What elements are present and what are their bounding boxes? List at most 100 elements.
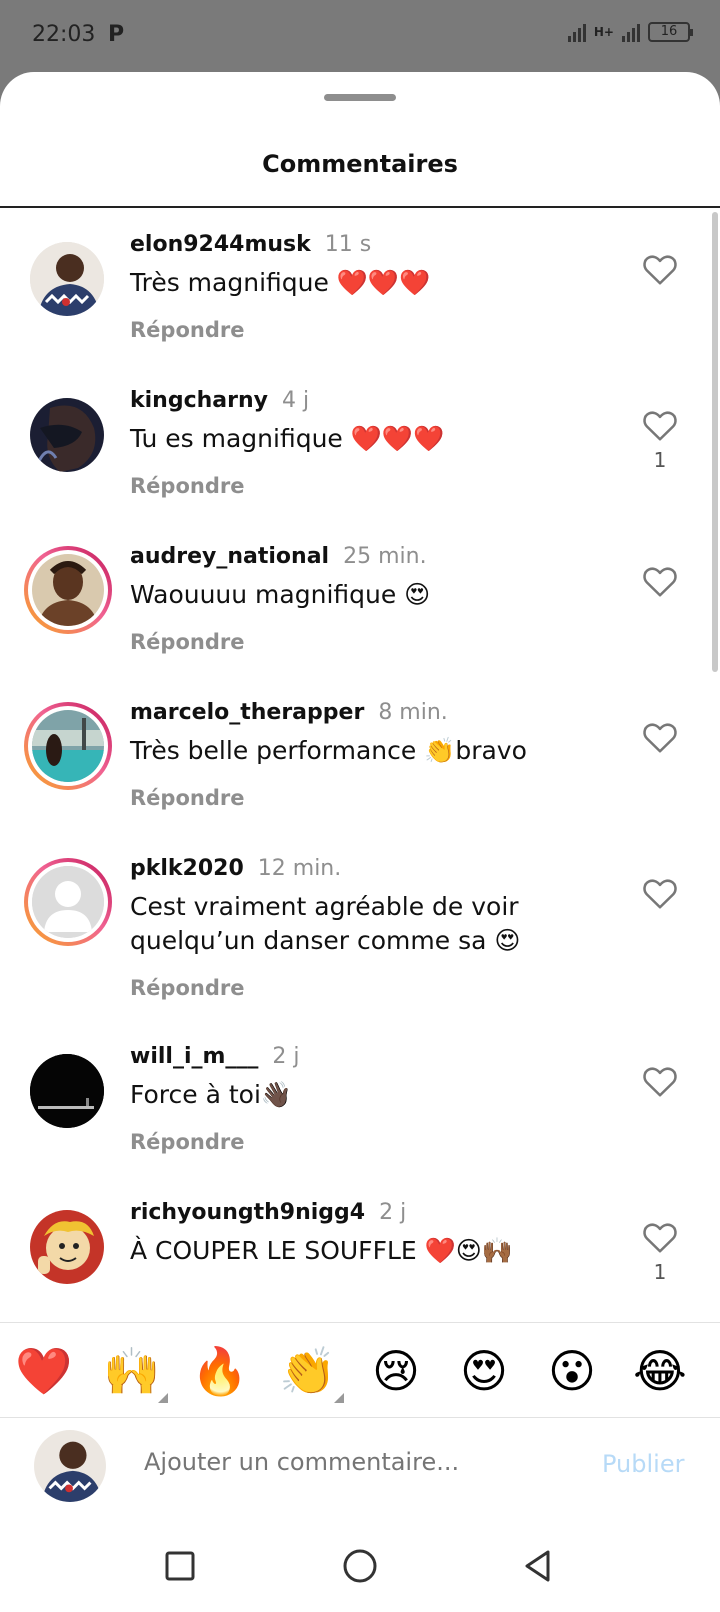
timestamp: 25 min.: [343, 544, 427, 569]
username[interactable]: kingcharny: [130, 388, 268, 413]
page: 22:03 P H+ 16 Commentaires elon9244musk …: [0, 0, 720, 1612]
like-button[interactable]: [642, 1064, 678, 1098]
avatar-story-ring[interactable]: [24, 702, 112, 790]
username-line[interactable]: audrey_national 25 min.: [130, 544, 427, 569]
status-bar: 22:03 P H+ 16: [0, 0, 720, 70]
heart-outline-icon: [643, 879, 677, 909]
avatar-photo: [32, 710, 104, 782]
timestamp: 12 min.: [257, 856, 342, 881]
comment-text: Très belle performance 👏bravo: [130, 736, 527, 765]
reply-button[interactable]: Répondre: [130, 976, 244, 1000]
avatar-photo: [30, 398, 104, 472]
heart-outline-icon: [643, 1223, 677, 1253]
emoji-clap[interactable]: 👏: [278, 1345, 338, 1397]
avatar[interactable]: [30, 242, 104, 316]
like-button[interactable]: [642, 252, 678, 286]
app-notification-icon: P: [108, 22, 125, 47]
username[interactable]: pklk2020: [130, 856, 244, 881]
username-line[interactable]: richyoungth9nigg4 2 j: [130, 1200, 406, 1225]
avatar[interactable]: [30, 1210, 104, 1284]
username-line[interactable]: will_i_m___ 2 j: [130, 1044, 300, 1069]
avatar-story-ring[interactable]: [24, 546, 112, 634]
username-line[interactable]: marcelo_therapper 8 min.: [130, 700, 448, 725]
username[interactable]: elon9244musk: [130, 232, 311, 257]
comment-text: Très magnifique ❤️❤️❤️: [130, 268, 431, 297]
emoji-heart[interactable]: ❤️: [14, 1345, 74, 1397]
signal-icon: [567, 22, 586, 42]
emoji-quick-bar: ❤️ 🙌 🔥 👏 😢 😍 😮 😂: [0, 1322, 720, 1418]
like-count: 1: [653, 448, 667, 472]
like-button[interactable]: [642, 1220, 678, 1254]
current-user-avatar: [34, 1430, 106, 1502]
avatar-photo: [30, 1054, 104, 1128]
heart-outline-icon: [643, 411, 677, 441]
comment-text: Waouuuu magnifique 😍: [130, 580, 431, 609]
timestamp: 11 s: [324, 232, 372, 257]
comment-text: Force à toi👋🏿: [130, 1080, 293, 1109]
like-count: 1: [653, 1260, 667, 1284]
comment-list[interactable]: elon9244musk 11 s Très magnifique ❤️❤️❤️ …: [0, 208, 720, 1394]
emoji-surprised[interactable]: 😮: [542, 1345, 602, 1397]
heart-outline-icon: [643, 1067, 677, 1097]
emoji-fire[interactable]: 🔥: [190, 1345, 250, 1397]
avatar[interactable]: [30, 398, 104, 472]
timestamp: 8 min.: [378, 700, 448, 725]
like-button[interactable]: [642, 876, 678, 910]
like-button[interactable]: [642, 564, 678, 598]
recents-button[interactable]: [158, 1544, 202, 1588]
signal-icon-2: [622, 22, 640, 42]
publish-button[interactable]: Publier: [602, 1450, 684, 1478]
comment-input[interactable]: [144, 1448, 564, 1476]
back-triangle-icon: [525, 1550, 550, 1582]
avatar-photo: [30, 1210, 104, 1284]
timestamp: 4 j: [281, 388, 310, 413]
default-avatar-icon: [32, 866, 104, 938]
reply-button[interactable]: Répondre: [130, 786, 244, 810]
heart-outline-icon: [643, 723, 677, 753]
home-button[interactable]: [338, 1544, 382, 1588]
username[interactable]: marcelo_therapper: [130, 700, 364, 725]
heart-outline-icon: [643, 567, 677, 597]
comment-text: Cest vraiment agréable de voir quelqu’un…: [130, 892, 521, 955]
home-circle-icon: [343, 1549, 377, 1583]
reply-button[interactable]: Répondre: [130, 318, 244, 342]
username-line[interactable]: elon9244musk 11 s: [130, 232, 371, 257]
navigation-bar: [0, 1530, 720, 1612]
emoji-crying[interactable]: 😢: [366, 1345, 426, 1397]
username[interactable]: audrey_national: [130, 544, 329, 569]
back-button[interactable]: [516, 1544, 560, 1588]
username[interactable]: will_i_m___: [130, 1044, 258, 1069]
skin-tone-indicator: [158, 1393, 168, 1403]
reply-button[interactable]: Répondre: [130, 1130, 244, 1154]
avatar-photo: [30, 242, 104, 316]
skin-tone-indicator: [334, 1393, 344, 1403]
comment-text: Tu es magnifique ❤️❤️❤️: [130, 424, 445, 453]
reply-button[interactable]: Répondre: [130, 630, 244, 654]
scrollbar[interactable]: [712, 212, 718, 672]
like-button[interactable]: [642, 408, 678, 442]
like-button[interactable]: [642, 720, 678, 754]
recents-square-icon: [165, 1551, 195, 1581]
timestamp: 2 j: [379, 1200, 407, 1225]
username[interactable]: richyoungth9nigg4: [130, 1200, 365, 1225]
avatar-photo: [32, 554, 104, 626]
status-indicators: H+ 16: [567, 22, 693, 42]
comment-composer: Publier: [0, 1420, 720, 1530]
battery-level: 16: [660, 24, 678, 39]
sheet-title: Commentaires: [262, 150, 458, 178]
emoji-raised-hands[interactable]: 🙌: [102, 1345, 162, 1397]
status-time: 22:03: [32, 22, 96, 47]
emoji-laughing[interactable]: 😂: [630, 1345, 690, 1397]
avatar[interactable]: [30, 1054, 104, 1128]
comment-text: À COUPER LE SOUFFLE ❤️😍🙌🏾: [130, 1236, 513, 1265]
drag-handle[interactable]: [324, 94, 396, 101]
avatar-story-ring[interactable]: [24, 858, 112, 946]
emoji-heart-eyes[interactable]: 😍: [454, 1345, 514, 1397]
heart-outline-icon: [643, 255, 677, 285]
username-line[interactable]: pklk2020 12 min.: [130, 856, 341, 881]
reply-button[interactable]: Répondre: [130, 474, 244, 498]
username-line[interactable]: kingcharny 4 j: [130, 388, 309, 413]
network-type: H+: [593, 25, 614, 39]
avatar-photo: [34, 1430, 106, 1502]
battery-icon: 16: [648, 22, 693, 42]
